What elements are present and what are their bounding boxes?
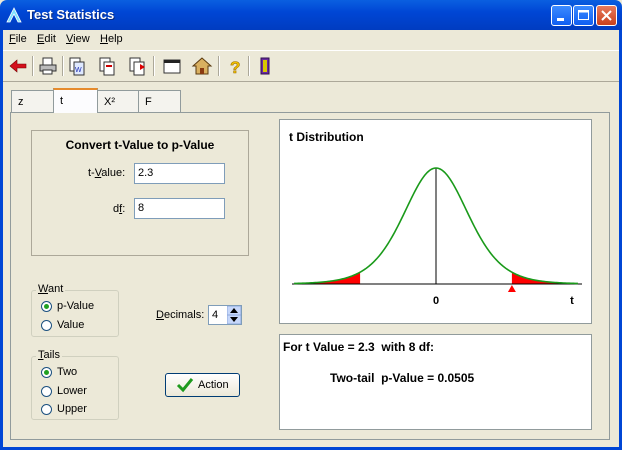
df-label: df:: [113, 203, 126, 215]
radio-p-value[interactable]: [41, 301, 52, 312]
window-frame-left: [0, 30, 3, 450]
minimize-icon: [557, 18, 564, 21]
radio-value[interactable]: [41, 320, 52, 331]
radio-value-label: Value: [57, 319, 85, 331]
toolbar-separator: [32, 56, 34, 76]
checkmark-icon: [176, 378, 194, 393]
menu-bar: File Edit View Help: [3, 30, 619, 49]
tab-label: t: [60, 95, 64, 107]
axis-label-zero: 0: [433, 295, 439, 307]
radio-lower-label: Lower: [57, 385, 87, 397]
print-icon[interactable]: [37, 55, 59, 77]
action-label: Action: [198, 379, 229, 391]
t-value-marker: [507, 285, 516, 292]
radio-upper-label: Upper: [57, 403, 87, 415]
tab-z[interactable]: z: [11, 90, 55, 112]
toolbar-separator: [218, 56, 220, 76]
minimize-button[interactable]: [551, 5, 572, 26]
want-legend: Want: [36, 283, 66, 295]
spinner-arrows-icon[interactable]: [227, 306, 241, 324]
maximize-icon: [578, 10, 589, 20]
toolbar-separator: [62, 56, 64, 76]
menu-edit[interactable]: Edit: [37, 33, 56, 45]
menu-file[interactable]: File: [9, 33, 27, 45]
window-icon[interactable]: [161, 55, 183, 77]
df-input[interactable]: 8: [134, 198, 225, 219]
close-button[interactable]: [596, 5, 617, 26]
toolbar: W ?: [3, 50, 619, 82]
radio-two[interactable]: [41, 367, 52, 378]
maximize-button[interactable]: [573, 5, 594, 26]
tvalue-label: t-Value:: [88, 167, 126, 179]
convert-title: Convert t-Value to p-Value: [65, 138, 215, 152]
tvalue-input[interactable]: 2.3: [134, 163, 225, 184]
radio-two-label: Two: [57, 366, 78, 378]
tails-legend: Tails: [36, 349, 63, 361]
result-line-1: For t Value = 2.3 with 8 df:: [283, 340, 435, 354]
t-distribution-chart: 0 t: [292, 167, 582, 307]
menu-view[interactable]: View: [66, 33, 90, 45]
back-arrow-icon[interactable]: [7, 55, 29, 77]
result-line-2: Two-tail p-Value = 0.0505: [330, 371, 475, 385]
tab-t[interactable]: t: [53, 88, 98, 113]
app-logo-icon: [6, 7, 22, 23]
paste-icon[interactable]: [96, 55, 118, 77]
svg-text:W: W: [75, 67, 82, 74]
menu-help[interactable]: Help: [100, 33, 123, 45]
help-icon[interactable]: ?: [224, 55, 246, 77]
export-icon[interactable]: [126, 55, 148, 77]
tab-f[interactable]: F: [138, 90, 181, 112]
radio-lower[interactable]: [41, 386, 52, 397]
tab-chi-square[interactable]: X²: [97, 90, 139, 112]
action-button[interactable]: Action: [165, 373, 240, 397]
decimals-value: 4: [212, 309, 219, 321]
decimals-label: Decimals:: [156, 309, 205, 321]
svg-text:?: ?: [230, 58, 240, 77]
toolbar-separator: [248, 56, 250, 76]
decimals-spinner[interactable]: 4: [208, 305, 242, 325]
tab-label: F: [145, 96, 152, 108]
home-icon[interactable]: [191, 55, 213, 77]
copy-icon[interactable]: W: [66, 55, 88, 77]
tab-label: z: [18, 96, 24, 108]
close-icon: [601, 10, 612, 21]
window-title: Test Statistics: [27, 7, 115, 22]
title-bar: Test Statistics: [0, 0, 622, 30]
radio-p-value-label: p-Value: [57, 300, 95, 312]
radio-upper[interactable]: [41, 404, 52, 415]
exit-icon[interactable]: [254, 55, 276, 77]
toolbar-separator: [153, 56, 155, 76]
axis-label-t: t: [570, 295, 574, 307]
tab-label: X²: [104, 96, 115, 108]
